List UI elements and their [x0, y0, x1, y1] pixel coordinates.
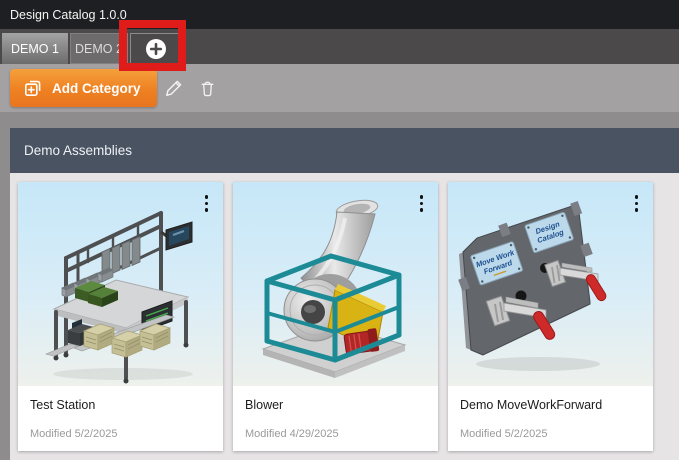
assembly-card-moveworkforward[interactable]: Move Work Forward Design Catalog [448, 182, 653, 451]
category-header[interactable]: Demo Assemblies [10, 128, 679, 173]
tab-demo-1[interactable]: DEMO 1 [2, 33, 68, 64]
card-title: Demo MoveWorkForward [460, 398, 641, 412]
edit-button[interactable] [157, 68, 191, 108]
card-title: Test Station [30, 398, 211, 412]
tab-demo-2[interactable]: DEMO 2 [70, 33, 128, 64]
moveworkforward-3d-render: Move Work Forward Design Catalog [448, 182, 653, 386]
trash-icon [198, 79, 217, 98]
card-footer: Blower Modified 4/29/2025 [233, 386, 438, 451]
category-title: Demo Assemblies [24, 143, 132, 158]
assembly-card-blower[interactable]: Blower Modified 4/29/2025 [233, 182, 438, 451]
add-category-icon [23, 78, 43, 98]
card-menu-kebab-icon[interactable] [633, 193, 641, 214]
assembly-card-list: Test Station Modified 5/2/2025 [10, 173, 679, 460]
tab-bar: DEMO 1 DEMO 2 [0, 29, 679, 64]
test-station-3d-render [18, 182, 223, 386]
card-modified-date: Modified 4/29/2025 [245, 428, 426, 440]
new-tab-button[interactable] [130, 33, 181, 64]
window-title: Design Catalog 1.0.0 [10, 8, 127, 22]
assembly-card-test-station[interactable]: Test Station Modified 5/2/2025 [18, 182, 223, 451]
add-category-label: Add Category [52, 81, 141, 96]
card-footer: Demo MoveWorkForward Modified 5/2/2025 [448, 386, 653, 451]
blower-3d-render [233, 182, 438, 386]
app-window: Design Catalog 1.0.0 DEMO 1 DEMO 2 [0, 0, 679, 460]
card-menu-kebab-icon[interactable] [203, 193, 211, 214]
category-panel: Demo Assemblies [10, 128, 679, 460]
add-category-button[interactable]: Add Category [10, 69, 157, 107]
title-bar: Design Catalog 1.0.0 [0, 0, 679, 29]
plus-circle-icon [145, 38, 167, 60]
card-modified-date: Modified 5/2/2025 [30, 428, 211, 440]
pencil-icon [162, 77, 185, 100]
card-footer: Test Station Modified 5/2/2025 [18, 386, 223, 451]
tab-label: DEMO 1 [11, 42, 59, 56]
tab-label: DEMO 2 [75, 42, 123, 56]
delete-button[interactable] [191, 68, 225, 108]
card-modified-date: Modified 5/2/2025 [460, 428, 641, 440]
card-menu-kebab-icon[interactable] [418, 193, 426, 214]
card-title: Blower [245, 398, 426, 412]
toolbar: Add Category [0, 64, 679, 112]
